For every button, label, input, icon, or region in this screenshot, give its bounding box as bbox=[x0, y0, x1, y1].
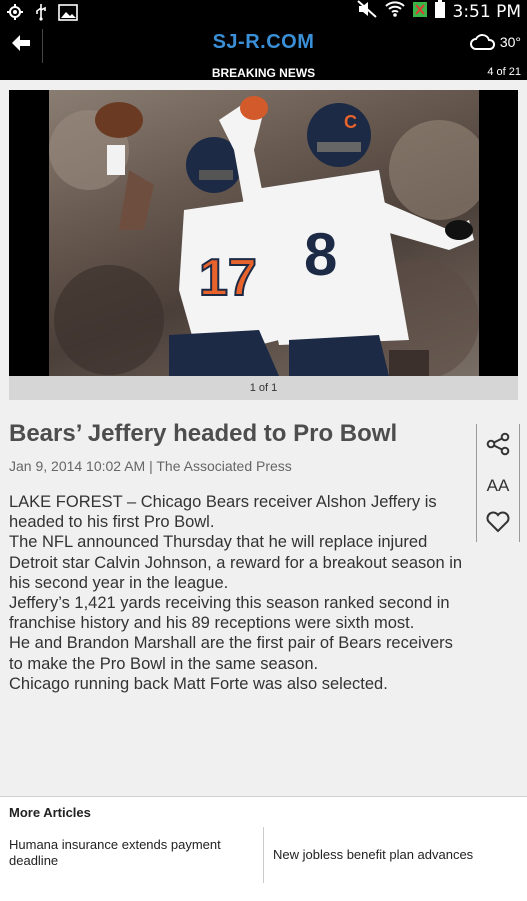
more-articles-divider bbox=[263, 827, 264, 883]
font-size-icon: AA bbox=[487, 471, 510, 497]
article-paragraph: The NFL announced Thursday that he will … bbox=[9, 533, 463, 592]
article-tools: AA bbox=[476, 424, 520, 542]
app-header: SJ-R.COM 30° BREAKING NEWS 4 of 21 bbox=[0, 23, 527, 80]
more-articles: More Articles Humana insurance extends p… bbox=[0, 796, 527, 901]
article-photo[interactable]: 17 C 8 bbox=[49, 90, 479, 376]
battery-icon bbox=[434, 0, 445, 23]
wifi-icon bbox=[384, 0, 405, 23]
favorite-button[interactable] bbox=[477, 504, 519, 540]
signal-icon bbox=[412, 0, 427, 23]
share-icon bbox=[486, 432, 510, 456]
photo-counter: 1 of 1 bbox=[9, 376, 518, 400]
article-headline: Bears’ Jeffery headed to Pro Bowl bbox=[9, 420, 398, 447]
jersey-number-left: 17 bbox=[199, 249, 257, 307]
status-time: 3:51 PM bbox=[452, 1, 522, 22]
temperature: 30° bbox=[499, 34, 521, 50]
more-article-link[interactable]: Humana insurance extends payment deadlin… bbox=[9, 837, 249, 869]
more-articles-title: More Articles bbox=[9, 805, 91, 820]
article-paragraph: He and Brandon Marshall are the first pa… bbox=[9, 634, 453, 673]
jersey-number-right: 8 bbox=[304, 221, 337, 288]
football-players-image: 17 C 8 bbox=[49, 96, 479, 376]
article-photo-frame[interactable]: 17 C 8 bbox=[9, 90, 518, 376]
article-byline: Jan 9, 2014 10:02 AM | The Associated Pr… bbox=[9, 458, 292, 474]
more-article-link[interactable]: New jobless benefit plan advances bbox=[273, 847, 513, 863]
weather-widget[interactable]: 30° bbox=[469, 33, 521, 51]
page-count: 4 of 21 bbox=[487, 66, 521, 78]
share-button[interactable] bbox=[477, 426, 519, 462]
heart-icon bbox=[486, 511, 510, 533]
article-paragraph: Chicago running back Matt Forte was also… bbox=[9, 674, 388, 693]
article-paragraph: LAKE FOREST – Chicago Bears receiver Als… bbox=[9, 493, 437, 532]
article-body: LAKE FOREST – Chicago Bears receiver Als… bbox=[9, 492, 469, 694]
mute-icon bbox=[356, 0, 377, 23]
font-size-label: AA bbox=[486, 476, 510, 495]
site-logo[interactable]: SJ-R.COM bbox=[0, 31, 527, 54]
font-size-button[interactable]: AA bbox=[477, 466, 519, 502]
cloud-icon bbox=[469, 34, 495, 50]
status-bar: 3:51 PM bbox=[0, 0, 527, 23]
status-right-icons: 3:51 PM bbox=[356, 0, 522, 23]
section-title: BREAKING NEWS bbox=[211, 66, 316, 80]
svg-text:C: C bbox=[344, 112, 357, 132]
article-paragraph: Jeffery’s 1,421 yards receiving this sea… bbox=[9, 594, 450, 633]
